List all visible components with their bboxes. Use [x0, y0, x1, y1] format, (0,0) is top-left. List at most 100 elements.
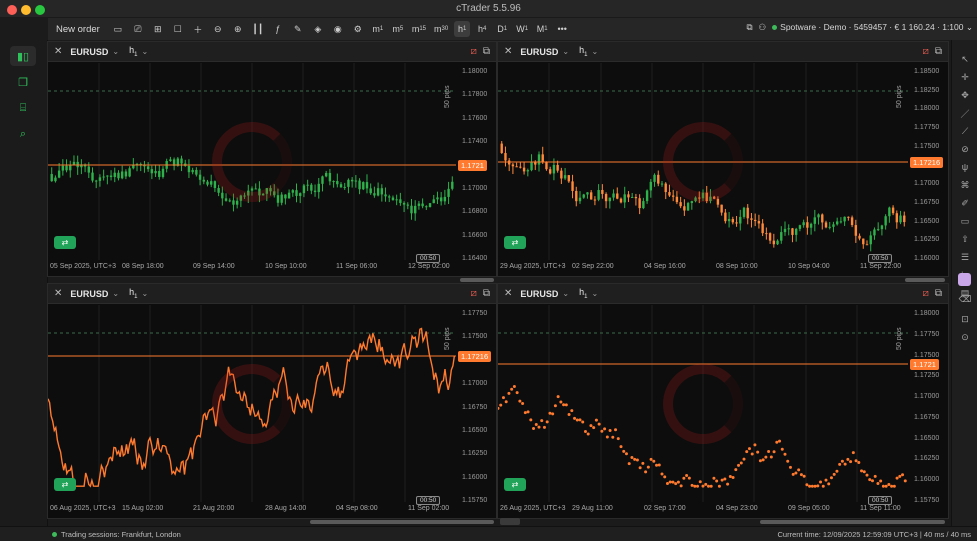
analyze-icon[interactable]: ⌕	[10, 124, 36, 144]
objects-icon[interactable]: ✎	[290, 21, 306, 37]
popout-icon[interactable]: ⧉	[935, 288, 942, 299]
price-dot	[870, 479, 874, 483]
candle-body	[313, 190, 317, 193]
color-swatch[interactable]	[958, 273, 971, 286]
close-icon[interactable]: ✕	[504, 288, 512, 299]
y-axis-tick: 1.17250	[914, 372, 940, 379]
move-icon[interactable]: ✥	[957, 88, 973, 102]
candle-body	[608, 197, 612, 202]
brush-icon[interactable]: ✐	[957, 196, 973, 210]
candle-body	[354, 180, 358, 182]
layout-frame-icon[interactable]: ☐	[170, 21, 186, 37]
timeframe-selector[interactable]: h1	[129, 287, 137, 300]
cursor-icon[interactable]: ↖	[957, 52, 973, 66]
candle-body	[903, 215, 906, 223]
zoom-in-icon[interactable]: ⊕	[230, 21, 246, 37]
visibility-icon[interactable]: ⊙	[957, 330, 973, 344]
pattern-icon[interactable]: ⌘	[957, 178, 973, 192]
layout-grid-icon[interactable]: ⊞	[150, 21, 166, 37]
algo-icon[interactable]: ⌸	[10, 98, 36, 118]
chevron-down-icon[interactable]: ⌄	[112, 289, 119, 298]
copy-trading-icon[interactable]: ❐	[10, 72, 36, 92]
timeframe-button[interactable]: m5	[390, 21, 406, 37]
close-icon[interactable]: ✕	[54, 288, 62, 299]
quick-trade-button[interactable]: ⇄	[54, 478, 76, 491]
popout-icon[interactable]: ⧉	[483, 288, 490, 299]
chart-pane-4[interactable]: ✕ EURUSD ⌄ h1 ⌄ ⧄ ⧉ 1.18000 1.17750 1.17500 1.1725…	[497, 283, 949, 519]
trade-icon[interactable]: ▮▯	[10, 46, 36, 66]
arrow-up-icon[interactable]: ⇧	[957, 232, 973, 246]
ray-icon[interactable]: ⟋	[957, 124, 973, 138]
chart-pane-3[interactable]: ✕EURUSD⌄h1⌄⧄⧉1.177501.175001.172501.1700…	[47, 283, 497, 519]
pitchfork-icon[interactable]: ψ	[957, 160, 973, 174]
chart-pane-2[interactable]: ✕ EURUSD ⌄ h1 ⌄ ⧄ ⧉ 1.18500 1.18250 1.18000 1.1775…	[497, 41, 949, 277]
rectangle-tool-icon[interactable]: ▭	[957, 214, 973, 228]
timeframe-button[interactable]: h4	[474, 21, 490, 37]
layers-icon[interactable]: ◈	[310, 21, 326, 37]
timeframe-button[interactable]: D1	[494, 21, 510, 37]
eye-icon[interactable]: ◉	[330, 21, 346, 37]
symbol-selector[interactable]: EURUSD	[520, 289, 558, 299]
close-icon[interactable]: ✕	[504, 46, 512, 57]
timeframe-button[interactable]: h1	[454, 21, 471, 37]
delete-icon[interactable]: ⌫	[957, 292, 973, 306]
trendline-icon[interactable]: ／	[957, 106, 973, 120]
pane-3-scrollbar[interactable]	[310, 520, 494, 524]
fibonacci-icon[interactable]: ☰	[957, 250, 973, 264]
timeframe-button[interactable]: W1	[514, 21, 530, 37]
timeframe-selector[interactable]: h1	[579, 45, 587, 58]
price-dot	[775, 440, 779, 444]
symbol-selector[interactable]: EURUSD	[70, 47, 108, 57]
detach-chart-icon[interactable]: ⧄	[922, 288, 928, 299]
zoom-out-icon[interactable]: ⊖	[210, 21, 226, 37]
pane-2-scrollbar[interactable]	[905, 278, 945, 282]
more-icon[interactable]: •••	[554, 21, 570, 37]
price-dot	[575, 418, 579, 422]
price-dot	[857, 461, 861, 465]
timeframe-button[interactable]: M1	[534, 21, 550, 37]
chevron-down-icon[interactable]: ⌄	[141, 289, 148, 298]
y-axis-tick: 1.16800	[462, 208, 488, 215]
chart-pane-1[interactable]: ✕ EURUSD ⌄ h1 ⌄ ⧄ ⧉ 1.18000 1.17800 1.17600 1.1740…	[47, 41, 497, 277]
circle-tool-icon[interactable]: ⊘	[957, 142, 973, 156]
detach-chart-icon[interactable]: ⧄	[470, 46, 476, 57]
quick-trade-button[interactable]: ⇄	[504, 236, 526, 249]
new-order-button[interactable]: New order	[50, 24, 106, 35]
popout-icon[interactable]: ⧉	[935, 46, 942, 57]
quick-trade-button[interactable]: ⇄	[54, 236, 76, 249]
chevron-down-icon[interactable]: ⌄	[112, 47, 119, 56]
timeframe-button[interactable]: m1	[370, 21, 386, 37]
crosshair-icon[interactable]: ＋	[190, 21, 206, 37]
account-selector[interactable]: Spotware · Demo · 5459457 · € 1 160.24 ·…	[772, 22, 973, 33]
symbol-selector[interactable]: EURUSD	[520, 47, 558, 57]
close-icon[interactable]: ✕	[54, 46, 62, 57]
copy-icon[interactable]: ⧉	[746, 22, 752, 33]
symbol-selector[interactable]: EURUSD	[70, 289, 108, 299]
popout-icon[interactable]: ⧉	[483, 46, 490, 57]
chevron-down-icon[interactable]: ⌄	[141, 47, 148, 56]
timeframe-button[interactable]: m 15	[410, 21, 428, 37]
chart-settings-icon[interactable]: ⚙	[350, 21, 366, 37]
pane-4-scrollbar[interactable]	[760, 520, 945, 524]
layout-single-icon[interactable]: ▭	[110, 21, 126, 37]
crosshair-tool-icon[interactable]: ✛	[957, 70, 973, 84]
detach-chart-icon[interactable]: ⧄	[470, 288, 476, 299]
timeframe-selector[interactable]: h1	[579, 287, 587, 300]
lock-icon[interactable]: ⊡	[957, 312, 973, 326]
chevron-down-icon[interactable]: ⌄	[591, 47, 598, 56]
chevron-down-icon[interactable]: ⌄	[591, 289, 598, 298]
price-dot	[548, 411, 552, 415]
timeframe-button[interactable]: m 30	[432, 21, 450, 37]
quick-trade-button[interactable]: ⇄	[504, 478, 526, 491]
candles-icon[interactable]: ┃┃	[250, 21, 266, 37]
chevron-down-icon[interactable]: ⌄	[562, 289, 569, 298]
chevron-down-icon[interactable]: ⌄	[562, 47, 569, 56]
layout-monitor-icon[interactable]: ⎚	[130, 21, 146, 37]
trading-sessions[interactable]: Trading sessions: Frankfurt, London	[52, 530, 181, 539]
workspace-tab-handle[interactable]	[500, 518, 520, 525]
indicators-icon[interactable]: ƒ	[270, 21, 286, 37]
user-icon[interactable]: ⚇	[759, 22, 767, 33]
detach-chart-icon[interactable]: ⧄	[922, 46, 928, 57]
pane-1-scrollbar[interactable]	[460, 278, 494, 282]
timeframe-selector[interactable]: h1	[129, 45, 137, 58]
